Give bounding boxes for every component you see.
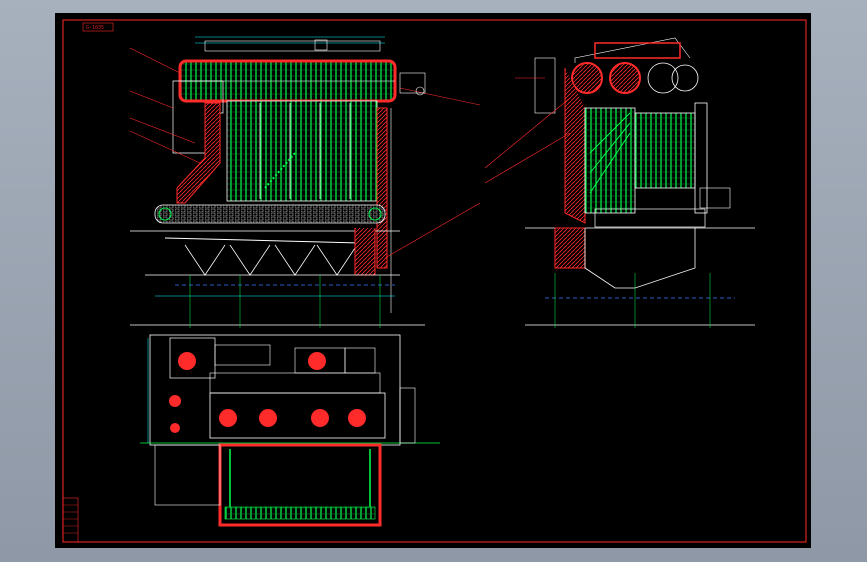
port-circle: [311, 409, 329, 427]
sheet-code-label: G-1035: [86, 25, 104, 31]
port-circle: [169, 395, 181, 407]
cad-viewport[interactable]: G-1035: [0, 0, 867, 562]
drawing-sheet[interactable]: G-1035: [55, 13, 811, 548]
front-section-view: [129, 36, 481, 328]
port-circle: [170, 423, 180, 433]
sheet-border: G-1035: [62, 19, 807, 543]
port-circle: [308, 352, 326, 370]
port-circle: [178, 352, 196, 370]
port-circle: [348, 409, 366, 427]
port-circle: [219, 409, 237, 427]
plan-view: [140, 334, 440, 527]
boiler-drawing: G-1035: [62, 19, 807, 543]
side-section-view: [484, 37, 755, 328]
port-circle: [259, 409, 277, 427]
